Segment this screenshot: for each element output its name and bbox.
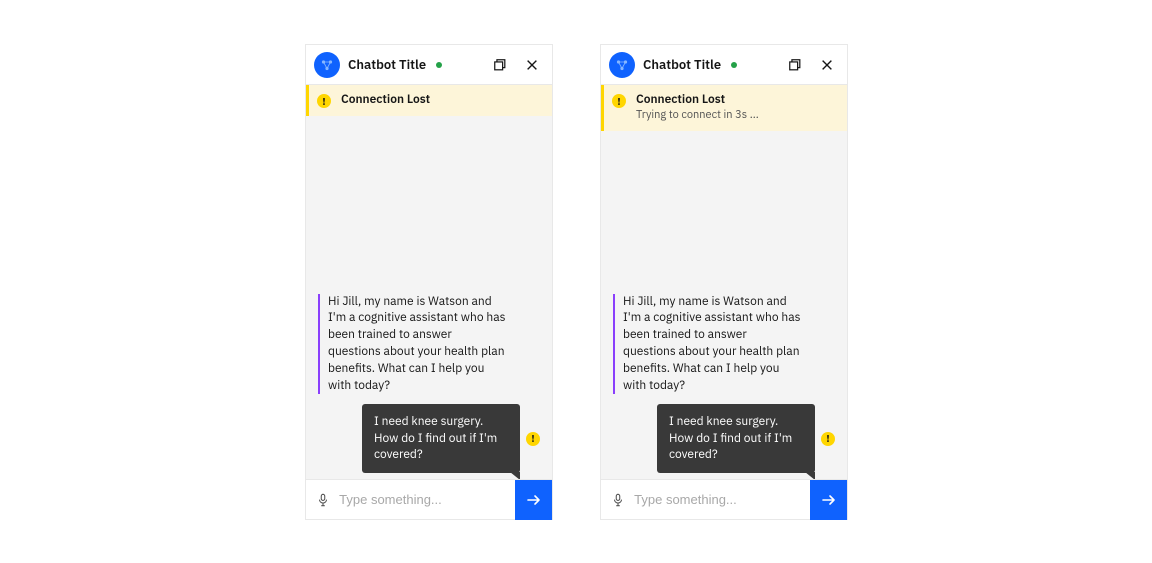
bot-message: Hi Jill, my name is Watson and I'm a cog…: [318, 294, 508, 395]
user-message: I need knee surgery. How do I find out i…: [657, 404, 815, 473]
banner-subtitle: Trying to connect in 3s ...: [636, 109, 759, 122]
message-warning-icon: !: [526, 432, 540, 446]
bot-avatar: [314, 52, 340, 78]
close-button[interactable]: [815, 53, 839, 77]
send-button[interactable]: [810, 480, 847, 520]
mic-button[interactable]: [601, 480, 634, 520]
close-button[interactable]: [520, 53, 544, 77]
input-bar: [306, 479, 552, 519]
popout-button[interactable]: [488, 53, 512, 77]
banner-title: Connection Lost: [636, 93, 759, 107]
status-indicator: [731, 62, 737, 68]
mic-button[interactable]: [306, 480, 339, 520]
popout-button[interactable]: [783, 53, 807, 77]
chat-title: Chatbot Title: [348, 56, 426, 73]
input-bar: [601, 479, 847, 519]
conversation-area: Hi Jill, my name is Watson and I'm a cog…: [601, 131, 847, 479]
chat-panel: Chatbot Title ! Connection Lost Trying t…: [600, 44, 848, 520]
chat-header: Chatbot Title: [306, 45, 552, 85]
chat-header: Chatbot Title: [601, 45, 847, 85]
message-input[interactable]: [634, 480, 810, 519]
send-button[interactable]: [515, 480, 552, 520]
message-input[interactable]: [339, 480, 515, 519]
bot-message: Hi Jill, my name is Watson and I'm a cog…: [613, 294, 803, 395]
chat-title: Chatbot Title: [643, 56, 721, 73]
user-message: I need knee surgery. How do I find out i…: [362, 404, 520, 473]
connection-banner: ! Connection Lost: [306, 85, 552, 116]
bot-avatar: [609, 52, 635, 78]
user-message-row: I need knee surgery. How do I find out i…: [613, 404, 835, 473]
warning-icon: !: [612, 94, 626, 108]
user-message-row: I need knee surgery. How do I find out i…: [318, 404, 540, 473]
connection-banner: ! Connection Lost Trying to connect in 3…: [601, 85, 847, 131]
warning-icon: !: [317, 94, 331, 108]
status-indicator: [436, 62, 442, 68]
message-warning-icon: !: [821, 432, 835, 446]
conversation-area: Hi Jill, my name is Watson and I'm a cog…: [306, 116, 552, 479]
chat-panel: Chatbot Title ! Connection Lost H: [305, 44, 553, 520]
banner-title: Connection Lost: [341, 93, 430, 107]
